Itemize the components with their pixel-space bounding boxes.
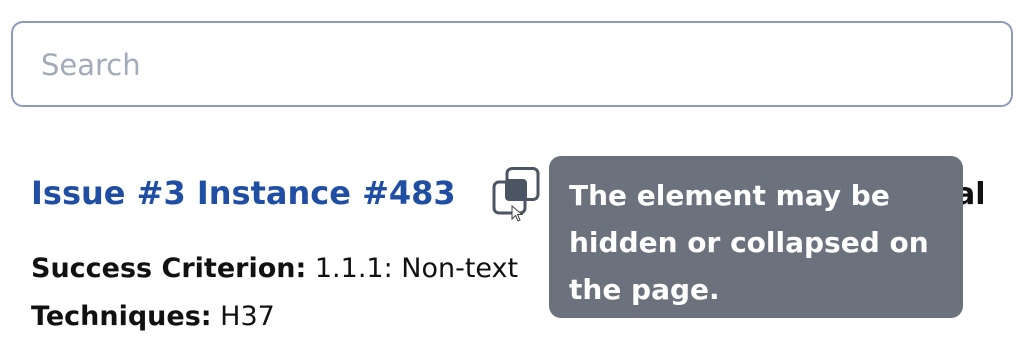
issue-title-link[interactable]: Issue #3 Instance #483 (31, 174, 456, 212)
issue-detail-view: Issue #3 Instance #483 al Success Criter… (0, 0, 1024, 364)
techniques-value: H37 (220, 301, 275, 332)
success-criterion-row: Success Criterion: 1.1.1: Non-text (31, 253, 518, 284)
search-input[interactable] (41, 43, 981, 87)
tooltip: The element may be hidden or collapsed o… (549, 156, 963, 318)
mouse-pointer-icon (511, 204, 525, 223)
techniques-label: Techniques: (31, 301, 212, 332)
tooltip-text: The element may be hidden or collapsed o… (569, 179, 929, 306)
techniques-row: Techniques: H37 (31, 301, 275, 332)
success-criterion-label: Success Criterion: (31, 253, 307, 284)
search-box[interactable] (11, 21, 1013, 107)
success-criterion-value: 1.1.1: Non-text (314, 253, 519, 284)
